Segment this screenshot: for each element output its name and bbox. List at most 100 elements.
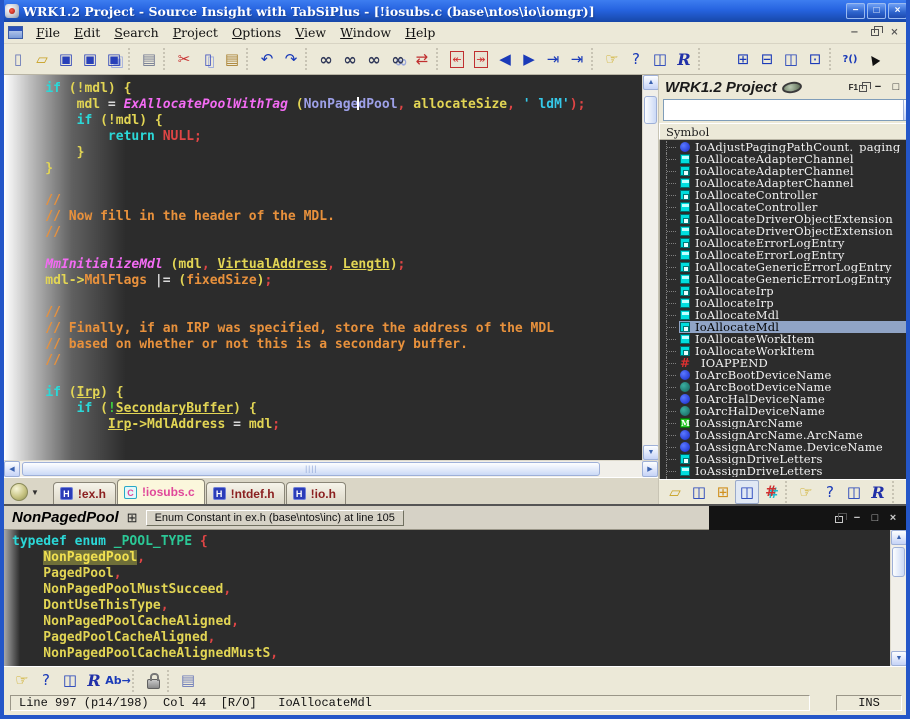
step-fwd-button[interactable]: ↠ (469, 47, 493, 71)
minimize-button[interactable]: − (846, 3, 865, 19)
file-tab-ex.h[interactable]: H!ex.h (53, 482, 116, 504)
scroll-up-icon[interactable]: ▲ (643, 75, 658, 90)
find-prev-button[interactable]: ∞ (338, 47, 362, 71)
symbol-list-item[interactable]: IoAssignArcName.DeviceName (660, 441, 906, 453)
scroll-down-icon[interactable]: ▼ (643, 445, 658, 460)
tile-full-button[interactable]: ⊟ (755, 47, 779, 71)
symbol-list-item[interactable]: MIoAssignArcName (660, 417, 906, 429)
menu-view[interactable]: View (288, 23, 333, 42)
symbol-list-item[interactable]: IoAllocateErrorLogEntry (660, 249, 906, 261)
context-window-header[interactable]: NonPagedPool ⊞ Enum Constant in ex.h (ba… (4, 506, 906, 530)
symbol-list-item[interactable]: IoAllocateDriverObjectExtension (660, 225, 906, 237)
menu-file[interactable]: File (29, 23, 67, 42)
symbol-list-item[interactable]: IoAllocateMdl (660, 309, 906, 321)
editor-horizontal-scrollbar[interactable]: ◀ |||| ▶ (4, 460, 658, 477)
context-maximize-button[interactable]: □ (868, 511, 882, 525)
browse-hand-button[interactable]: ☞ (600, 47, 624, 71)
file-tab-iosubs.c[interactable]: C!iosubs.c (117, 479, 205, 504)
lookup-book-button[interactable]: ◫ (58, 669, 82, 693)
file-tab-io.h[interactable]: H!io.h (286, 482, 346, 504)
nav-back-button[interactable]: ◀ (493, 47, 517, 71)
panel-maximize-button[interactable]: □ (889, 80, 903, 94)
file-props-button[interactable]: ▤ (176, 669, 200, 693)
open-folder-button[interactable]: ▱ (30, 47, 54, 71)
scroll-left-icon[interactable]: ◀ (4, 461, 20, 477)
project-sync-button[interactable]: ▱ (663, 480, 687, 504)
symbol-list-item[interactable]: IoAllocateGenericErrorLogEntry (660, 273, 906, 285)
new-file-button[interactable]: ▯ (6, 47, 30, 71)
tile-vert-button[interactable]: ◫ (779, 47, 803, 71)
symbol-list-item[interactable]: IoAllocateErrorLogEntry (660, 237, 906, 249)
symbol-list-item[interactable]: IoAllocateAdapterChannel (660, 165, 906, 177)
redo-button[interactable]: ↷ (279, 47, 303, 71)
project-blocks-button[interactable]: ⊞ (711, 480, 735, 504)
context-close-button[interactable]: × (886, 511, 900, 525)
symbol-list-item[interactable]: IoAllocateGenericErrorLogEntry (660, 261, 906, 273)
tile-grid-button[interactable]: ⊞ (731, 47, 755, 71)
cascade-button[interactable]: ⊡ (803, 47, 827, 71)
symbol-list-item[interactable]: IoArcHalDeviceName (660, 393, 906, 405)
symbol-list-item[interactable]: IoAssignDriveLetters (660, 465, 906, 477)
context-scrollbar[interactable]: ▲ ▼ (890, 530, 906, 666)
symbol-list-item[interactable]: #_IOAPPEND (660, 357, 906, 369)
paste-button[interactable]: ▤ (220, 47, 244, 71)
combo-dropdown-icon[interactable]: ▼ (903, 100, 906, 120)
maximize-button[interactable]: □ (867, 3, 886, 19)
tab-menu-button[interactable]: ▼ (10, 483, 39, 501)
r-script-button[interactable]: R (82, 669, 106, 693)
symbol-list-item[interactable]: IoArcBootDeviceName (660, 369, 906, 381)
symbol-list-item[interactable]: IoAllocateController (660, 201, 906, 213)
scrollbar-thumb[interactable] (644, 96, 657, 124)
scrollbar-thumb[interactable] (892, 547, 905, 577)
close-button[interactable]: × (888, 3, 907, 19)
goto-def-button[interactable]: ⇥ (541, 47, 565, 71)
lookup-book-button[interactable]: ◫ (648, 47, 672, 71)
symbol-list-item[interactable]: IoAdjustPagingPathCount._paging (660, 141, 906, 153)
find-files-button[interactable]: ∞ (386, 47, 410, 71)
scroll-right-icon[interactable]: ▶ (642, 461, 658, 477)
symbol-filter-combo[interactable]: ▼ (663, 99, 906, 121)
project-list-button[interactable]: ◫ (687, 480, 711, 504)
symbol-list-item[interactable]: IoAllocateIrp (660, 285, 906, 297)
mdi-minimize-button[interactable]: − (846, 26, 863, 40)
find-button[interactable]: ∞ (314, 47, 338, 71)
menu-help[interactable]: Help (398, 23, 442, 42)
context-minimize-button[interactable]: − (850, 511, 864, 525)
panel-float-button[interactable]: F1 (849, 80, 867, 94)
symbol-list-item[interactable]: IoAllocateIrp (660, 297, 906, 309)
mdi-restore-button[interactable] (866, 26, 883, 40)
symbol-list-item[interactable]: IoAllocateMdl (660, 321, 906, 333)
context-scroll-down-icon[interactable]: ▼ (891, 651, 906, 666)
editor-vertical-scrollbar[interactable]: ▲ ▼ (642, 75, 658, 460)
code-editor[interactable]: if (!mdl) { mdl = ExAllocatePoolWithTag … (4, 75, 642, 460)
select-cursor-button[interactable]: ▲ (862, 47, 886, 71)
save-all-button[interactable]: ▣ (102, 47, 126, 71)
symbol-list-item[interactable]: IoAllocateWorkItem (660, 345, 906, 357)
symbol-list-item[interactable]: IoAllocateAdapterChannel (660, 153, 906, 165)
context-info-button[interactable]: Enum Constant in ex.h (base\ntos\inc) at… (146, 510, 404, 526)
copy-button[interactable]: ▯ (196, 47, 220, 71)
save-button[interactable]: ▣ (54, 47, 78, 71)
lookup-book-button[interactable]: ◫ (842, 480, 866, 504)
menu-project[interactable]: Project (166, 23, 225, 42)
rename-ab-button[interactable]: Ab→ (106, 669, 130, 693)
browse-hand-button[interactable]: ☞ (794, 480, 818, 504)
context-float-button[interactable] (832, 511, 846, 525)
context-scroll-up-icon[interactable]: ▲ (891, 530, 906, 545)
r-script-button[interactable]: R (672, 47, 696, 71)
symbol-list-item[interactable]: IoAllocateAdapterChannel (660, 177, 906, 189)
print-button[interactable]: ▤ (137, 47, 161, 71)
menu-edit[interactable]: Edit (67, 23, 107, 42)
cut-button[interactable]: ✂ (172, 47, 196, 71)
menu-window[interactable]: Window (333, 23, 398, 42)
lock-button[interactable] (141, 669, 165, 693)
hash-target-button[interactable]: # (759, 480, 783, 504)
symbol-filter-input[interactable] (664, 100, 903, 120)
context-help-button[interactable]: ? (624, 47, 648, 71)
symbol-column-header[interactable]: Symbol (659, 123, 906, 140)
context-help-button[interactable]: ? (818, 480, 842, 504)
symbol-list-item[interactable]: IoAllocateController (660, 189, 906, 201)
title-bar[interactable]: WRK1.2 Project - Source Insight with Tab… (0, 0, 910, 22)
scrollbar-thumb[interactable]: |||| (22, 462, 600, 476)
symbol-list-item[interactable]: IoAllocateDriverObjectExtension (660, 213, 906, 225)
